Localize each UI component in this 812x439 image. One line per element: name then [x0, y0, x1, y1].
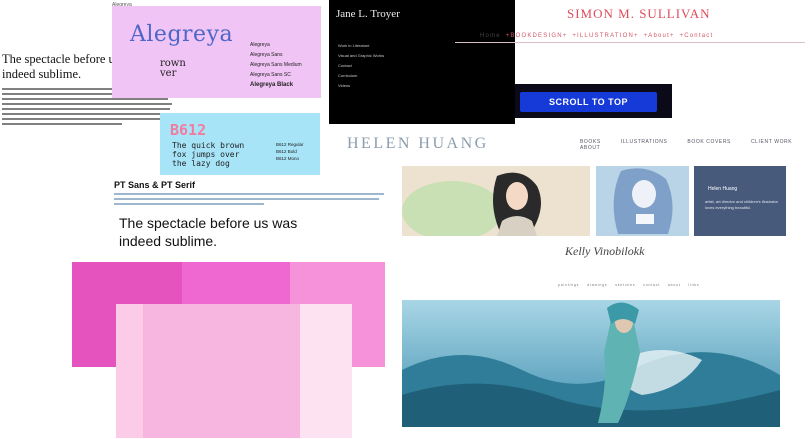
b612-variant-list: B612 Regular B612 Bold B612 Mono [276, 141, 304, 162]
nav-link[interactable]: ABOUT [580, 145, 600, 151]
pt-body-text [114, 193, 384, 208]
variant-item: B612 Regular [276, 142, 304, 147]
nav-link[interactable]: +About+ [644, 33, 675, 39]
simon-nav-menu: Home +BOOKDESIGN+ +ILLUSTRATION+ +About+… [480, 33, 713, 39]
nav-link[interactable]: paintings [558, 283, 579, 287]
helen-site-title[interactable]: HELEN HUANG [347, 135, 489, 153]
nav-link[interactable]: Work in Literature [338, 41, 384, 51]
pangram-line: The quick brown [172, 141, 245, 150]
b612-title: B612 [170, 121, 207, 139]
variant-item: B612 Mono [276, 156, 300, 161]
variant-item: B612 Bold [276, 149, 297, 154]
nav-link[interactable]: about [668, 283, 681, 287]
alegreya-title: Alegreya [130, 22, 234, 47]
divider [455, 42, 805, 43]
hero-painting [402, 300, 780, 427]
nav-link[interactable]: Contact [338, 61, 384, 71]
color-swatch [143, 304, 302, 438]
artist-card-text: artist, art director and children's illu… [705, 199, 779, 210]
nav-link[interactable]: Home [480, 33, 501, 39]
nav-link[interactable]: +ILLUSTRATION+ [572, 33, 638, 39]
pangram-line: the lazy dog [172, 159, 230, 168]
nav-link[interactable]: +Contact [680, 33, 714, 39]
alegreya-variant-list: Alegreya Alegreya Sans Alegreya Sans Med… [250, 40, 302, 90]
pangram-line: fox jumps over [172, 150, 240, 159]
nav-link[interactable]: Videos [338, 81, 384, 91]
b612-pangram: The quick brown fox jumps over the lazy … [172, 141, 244, 168]
nav-link[interactable]: sketches [615, 283, 635, 287]
illustration-thumbnail[interactable] [596, 166, 689, 236]
alegreya-sample-fragment: ver [160, 68, 177, 79]
helen-nav-menu: BOOKS ILLUSTRATIONS BOOK COVERS CLIENT W… [580, 139, 812, 151]
variant-item: Alegreya [250, 42, 270, 48]
ocean-figure-painting-image [402, 300, 780, 427]
variant-item: Alegreya Sans SC [250, 72, 291, 78]
nav-link[interactable]: Visual and Graphic Works [338, 51, 384, 61]
blue-girl-illustration-image [596, 166, 689, 236]
nav-link[interactable]: ILLUSTRATIONS [621, 139, 668, 145]
nav-link[interactable]: Curriculum [338, 71, 384, 81]
color-swatch [300, 304, 352, 438]
pt-title: PT Sans & PT Serif [114, 180, 196, 190]
jane-nav-menu: Work in Literature Visual and Graphic Wo… [338, 41, 384, 91]
jane-site-title[interactable]: Jane L. Troyer [336, 8, 400, 20]
nav-link[interactable]: drawings [587, 283, 607, 287]
pt-spectacle-heading: The spectacle before us was indeed subli… [119, 215, 298, 249]
nav-link[interactable]: CLIENT WORK [751, 139, 792, 145]
nav-link[interactable]: +BOOKDESIGN+ [506, 33, 568, 39]
signature-nav-menu: paintings drawings sketches contact abou… [558, 283, 705, 287]
illustration-thumbnail[interactable] [402, 166, 590, 241]
scroll-to-top-button[interactable]: SCROLL TO TOP [520, 92, 657, 112]
variant-item: Alegreya Black [250, 82, 294, 88]
nav-link[interactable]: contact [643, 283, 660, 287]
signature-logo[interactable]: Kelly Vinobilokk [565, 244, 644, 259]
nav-link[interactable]: BOOK COVERS [687, 139, 731, 145]
nav-link[interactable]: links [688, 283, 699, 287]
variant-item: Alegreya Sans [250, 52, 283, 58]
girl-illustration-image [402, 166, 590, 241]
variant-item: Alegreya Sans Medium [250, 62, 302, 68]
artist-card-title: Helen Huang [708, 186, 738, 192]
simon-site-title[interactable]: SIMON M. SULLIVAN [567, 6, 711, 22]
